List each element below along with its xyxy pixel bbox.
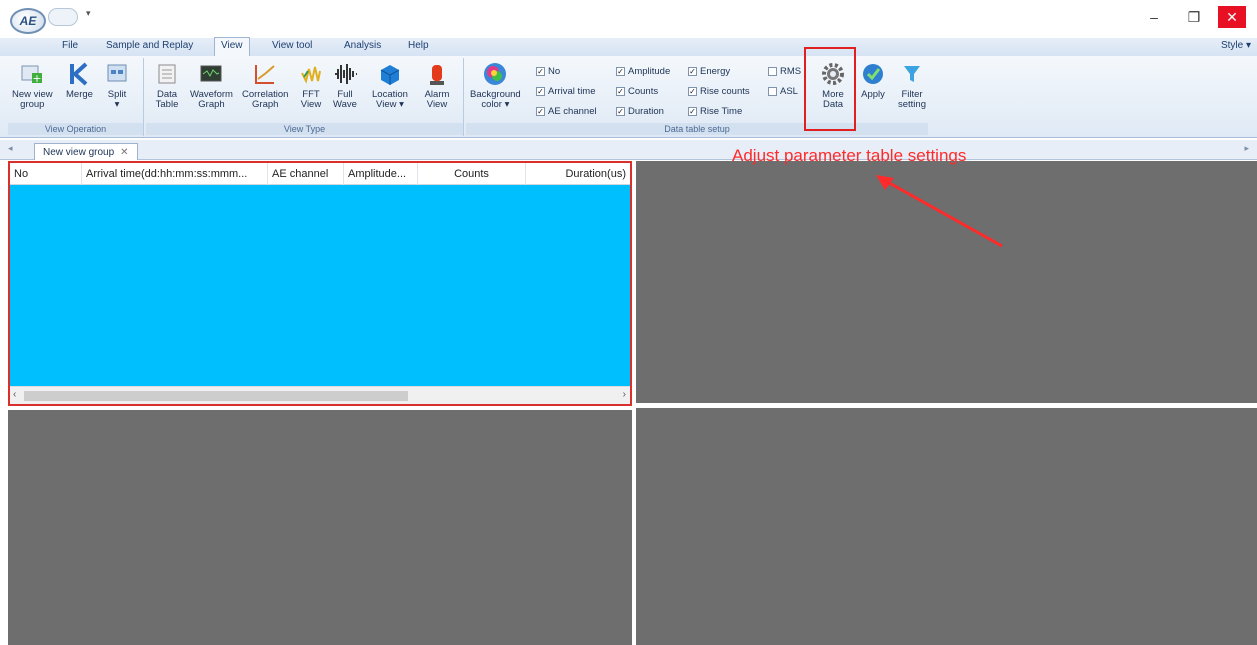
checkbox-no-box[interactable]: ✓ — [536, 67, 545, 76]
table-body[interactable] — [10, 185, 630, 386]
menu-view[interactable]: View — [214, 37, 250, 56]
checkbox-energy-box[interactable]: ✓ — [688, 67, 697, 76]
column-header-counts[interactable]: Counts — [418, 163, 526, 185]
tab-scroll-right-icon[interactable]: ▸ — [1244, 143, 1249, 154]
svg-text:+: + — [33, 72, 42, 85]
waveform-graph-button[interactable]: Waveform Graph — [190, 60, 233, 110]
waveform-graph-icon — [198, 60, 224, 88]
menu-analysis[interactable]: Analysis — [344, 40, 381, 51]
quick-access-dropdown-icon[interactable]: ▾ — [86, 8, 91, 19]
quick-access-toolbar[interactable] — [48, 8, 78, 26]
ribbon: + New view group Merge Split ▾ View Oper… — [0, 56, 1257, 138]
menu-sample-and-replay[interactable]: Sample and Replay — [106, 40, 193, 51]
apply-check-icon — [860, 60, 886, 88]
alarm-view-button[interactable]: Alarm View — [424, 60, 450, 110]
new-view-group-button[interactable]: + New view group — [12, 60, 53, 110]
minimize-button[interactable]: – — [1140, 6, 1168, 28]
checkbox-arrival-time-box[interactable]: ✓ — [536, 87, 545, 96]
apply-button[interactable]: Apply — [860, 60, 886, 100]
checkbox-amplitude-box[interactable]: ✓ — [616, 67, 625, 76]
correlation-graph-button[interactable]: Correlation Graph — [242, 60, 288, 110]
close-tab-icon[interactable]: ✕ — [120, 147, 128, 158]
checkbox-ae-channel-box[interactable]: ✓ — [536, 107, 545, 116]
checkbox-asl-box[interactable] — [768, 87, 777, 96]
background-color-button[interactable]: Background color ▾ — [470, 60, 521, 110]
scroll-left-icon[interactable]: ‹ — [13, 389, 16, 400]
data-table-view: No Arrival time(dd:hh:mm:ss:mmm... AE ch… — [8, 161, 632, 406]
checkbox-rise-counts[interactable]: ✓ Rise counts — [688, 86, 750, 97]
checkbox-ae-channel[interactable]: ✓ AE channel — [536, 106, 597, 117]
checkbox-counts-box[interactable]: ✓ — [616, 87, 625, 96]
column-header-arrival-time[interactable]: Arrival time(dd:hh:mm:ss:mmm... — [82, 163, 268, 185]
checkbox-amplitude[interactable]: ✓ Amplitude — [616, 66, 670, 77]
table-header: No Arrival time(dd:hh:mm:ss:mmm... AE ch… — [10, 163, 630, 185]
merge-button[interactable]: Merge — [66, 60, 93, 100]
column-header-duration[interactable]: Duration(us) — [526, 163, 630, 185]
color-wheel-icon — [482, 60, 508, 88]
correlation-graph-icon — [252, 60, 278, 88]
alarm-icon — [424, 60, 450, 88]
checkbox-rise-time-box[interactable]: ✓ — [688, 107, 697, 116]
more-data-highlight — [804, 47, 856, 131]
checkbox-rms[interactable]: RMS — [768, 66, 801, 77]
group-view-type: Data Table Waveform Graph Correlation Gr… — [146, 58, 464, 136]
tab-scroll-left-icon[interactable]: ◂ — [8, 143, 13, 154]
full-wave-icon — [332, 60, 358, 88]
document-tab-strip: ◂ New view group ✕ ▸ — [0, 140, 1257, 160]
restore-button[interactable]: ❐ — [1180, 6, 1208, 28]
style-menu[interactable]: Style ▾ — [1221, 40, 1251, 51]
checkbox-rms-box[interactable] — [768, 67, 777, 76]
menu-view-tool[interactable]: View tool — [272, 40, 312, 51]
fft-view-icon — [298, 60, 324, 88]
group-view-operation: + New view group Merge Split ▾ View Oper… — [8, 58, 144, 136]
checkbox-counts[interactable]: ✓ Counts — [616, 86, 658, 97]
menu-file[interactable]: File — [62, 40, 78, 51]
data-table-button[interactable]: Data Table — [154, 60, 180, 110]
group-data-table-setup: Background color ▾ ✓ No ✓ Arrival time ✓ AE… — [466, 58, 936, 136]
close-button[interactable]: ✕ — [1218, 6, 1246, 28]
checkbox-no[interactable]: ✓ No — [536, 66, 560, 77]
scroll-right-icon[interactable]: › — [623, 389, 626, 400]
column-header-no[interactable]: No — [10, 163, 82, 185]
annotation-text: Adjust parameter table settings — [732, 146, 967, 165]
checkbox-rise-time[interactable]: ✓ Rise Time — [688, 106, 742, 117]
checkbox-asl[interactable]: ASL — [768, 86, 798, 97]
split-button[interactable]: Split ▾ — [104, 60, 130, 110]
data-table-icon — [154, 60, 180, 88]
checkbox-energy[interactable]: ✓ Energy — [688, 66, 730, 77]
fft-view-button[interactable]: FFT View — [298, 60, 324, 110]
scrollbar-thumb[interactable] — [24, 391, 408, 401]
horizontal-scrollbar[interactable]: ‹ › — [10, 386, 630, 404]
location-view-icon — [377, 60, 403, 88]
view-pane-bottom-left[interactable] — [8, 410, 632, 645]
checkbox-duration-box[interactable]: ✓ — [616, 107, 625, 116]
new-view-group-icon: + — [19, 60, 45, 88]
checkbox-duration[interactable]: ✓ Duration — [616, 106, 664, 117]
column-header-ae-channel[interactable]: AE channel — [268, 163, 344, 185]
app-menu-button[interactable]: AE — [10, 8, 46, 34]
menu-bar: File Sample and Replay View View tool An… — [0, 37, 1257, 56]
merge-icon — [66, 60, 92, 88]
split-icon — [104, 60, 130, 88]
full-wave-button[interactable]: Full Wave — [332, 60, 358, 110]
filter-icon — [899, 60, 925, 88]
menu-help[interactable]: Help — [408, 40, 429, 51]
filter-setting-button[interactable]: Filter setting — [898, 60, 926, 110]
checkbox-rise-counts-box[interactable]: ✓ — [688, 87, 697, 96]
annotation-arrow-icon — [876, 175, 1003, 248]
checkbox-arrival-time[interactable]: ✓ Arrival time — [536, 86, 596, 97]
tab-new-view-group[interactable]: New view group ✕ — [34, 143, 138, 160]
title-bar: AE ▾ – ❐ ✕ — [0, 0, 1257, 38]
view-pane-bottom-right[interactable] — [636, 408, 1257, 645]
column-header-amplitude[interactable]: Amplitude... — [344, 163, 418, 185]
location-view-button[interactable]: Location View ▾ — [372, 60, 408, 110]
